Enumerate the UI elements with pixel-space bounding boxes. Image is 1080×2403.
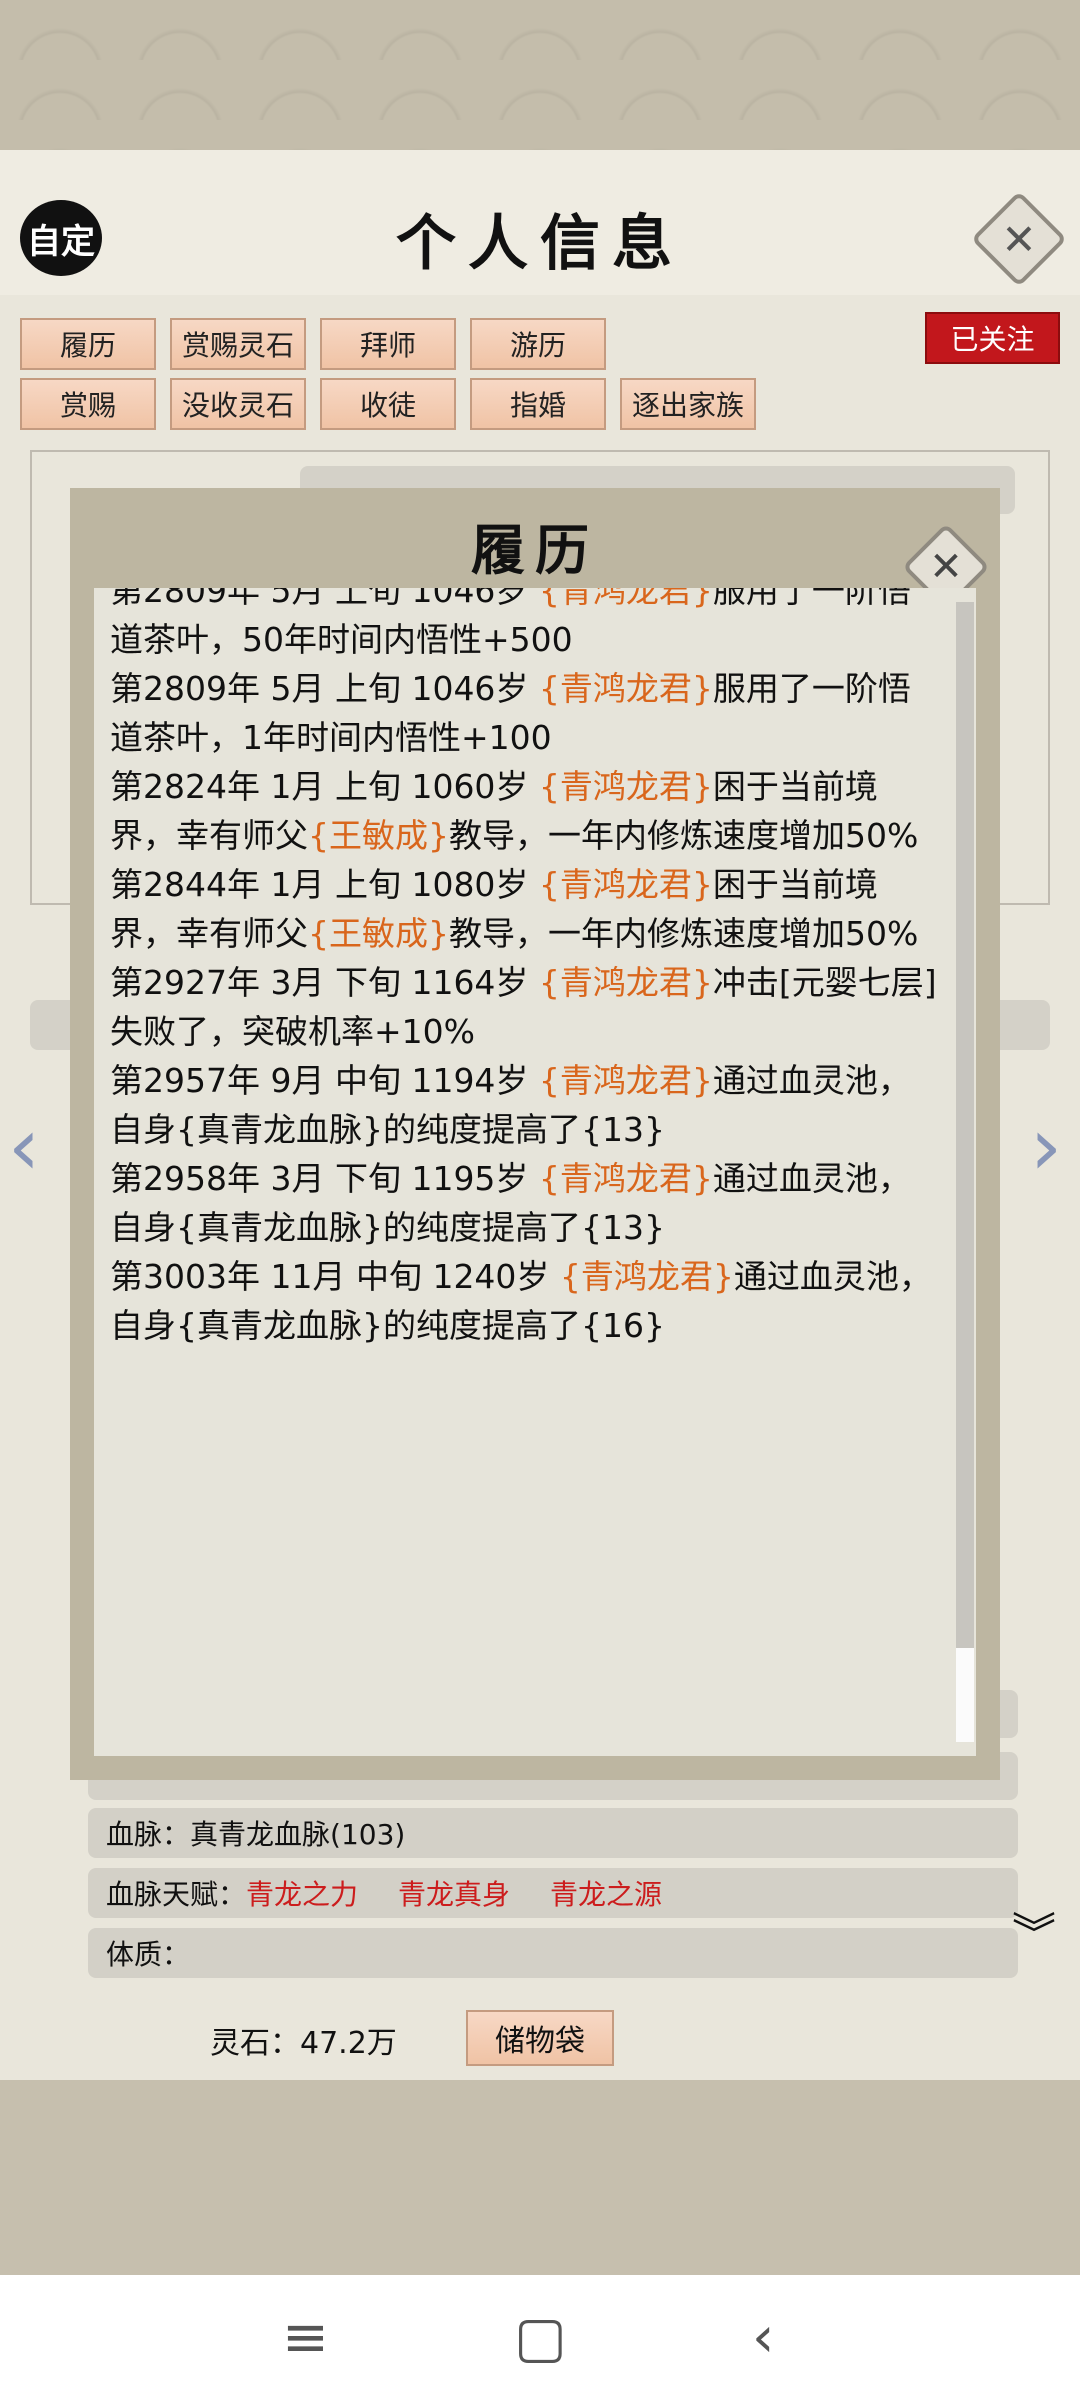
confiscate-lingshi-button[interactable]: 没收灵石 bbox=[170, 378, 306, 430]
scrollbar-thumb[interactable] bbox=[956, 1648, 974, 1742]
double-chevron-down-icon[interactable]: ︾ bbox=[1012, 1913, 1056, 1957]
travel-button[interactable]: 游历 bbox=[470, 318, 606, 370]
history-modal: 履历 ✕ 第2809年 5月 上旬 1046岁 {青鸿龙君}服用了一阶悟道茶叶，… bbox=[70, 488, 1000, 1780]
talent-item: 青龙之源 bbox=[550, 1878, 663, 1911]
log-entry: 第2809年 5月 上旬 1046岁 {青鸿龙君}服用了一阶悟道茶叶，1年时间内… bbox=[110, 669, 911, 757]
storage-bag-button[interactable]: 储物袋 bbox=[466, 2010, 614, 2066]
history-log: 第2809年 5月 上旬 1046岁 {青鸿龙君}服用了一阶悟道茶叶，50年时间… bbox=[110, 588, 940, 1350]
lingshi-amount: 灵石：47.2万 bbox=[210, 2026, 397, 2061]
reward-button[interactable]: 赏赐 bbox=[20, 378, 156, 430]
talent-item: 青龙真身 bbox=[398, 1878, 511, 1911]
modal-title: 履历 bbox=[471, 518, 599, 582]
close-icon: ✕ bbox=[929, 544, 963, 590]
top-decoration bbox=[0, 0, 1080, 150]
next-arrow-icon[interactable]: › bbox=[1030, 1100, 1062, 1193]
expel-family-button[interactable]: 逐出家族 bbox=[620, 378, 756, 430]
log-entry: 第2927年 3月 下旬 1164岁 {青鸿龙君}冲击[元婴七层]失败了，突破机… bbox=[110, 963, 937, 1051]
talent-item: 青龙之力 bbox=[246, 1878, 359, 1911]
scrollbar[interactable] bbox=[956, 602, 974, 1742]
back-icon[interactable]: ‹ bbox=[752, 2305, 774, 2370]
reward-lingshi-button[interactable]: 赏赐灵石 bbox=[170, 318, 306, 370]
auto-button[interactable]: 自定 bbox=[20, 200, 102, 276]
log-entry: 第2824年 1月 上旬 1060岁 {青鸿龙君}困于当前境界，幸有师父{王敏成… bbox=[110, 767, 919, 855]
log-entry: 第2958年 3月 下旬 1195岁 {青鸿龙君}通过血灵池，自身{真青龙血脉}… bbox=[110, 1159, 911, 1247]
page-title: 个人信息 bbox=[396, 209, 684, 279]
bloodline-value: 真青龙血脉(103) bbox=[190, 1818, 406, 1851]
menu-icon[interactable]: ≡ bbox=[282, 2305, 329, 2370]
log-entry: 第2957年 9月 中旬 1194岁 {青鸿龙君}通过血灵池，自身{真青龙血脉}… bbox=[110, 1061, 911, 1149]
bloodline-row: 血脉： 真青龙血脉(103) bbox=[88, 1808, 1018, 1858]
bloodline-talent-label: 血脉天赋： bbox=[106, 1878, 247, 1911]
constitution-label: 体质： bbox=[106, 1938, 191, 1971]
constitution-row: 体质： bbox=[88, 1928, 1018, 1978]
apprentice-to-master-button[interactable]: 拜师 bbox=[320, 318, 456, 370]
bloodline-talent-row: 血脉天赋： 青龙之力 青龙真身 青龙之源 bbox=[88, 1868, 1018, 1918]
accept-disciple-button[interactable]: 收徒 bbox=[320, 378, 456, 430]
history-log-panel[interactable]: 第2809年 5月 上旬 1046岁 {青鸿龙君}服用了一阶悟道茶叶，50年时间… bbox=[94, 588, 976, 1756]
home-icon[interactable]: ▢ bbox=[514, 2305, 567, 2370]
log-entry: 第2844年 1月 上旬 1080岁 {青鸿龙君}困于当前境界，幸有师父{王敏成… bbox=[110, 865, 919, 953]
history-button[interactable]: 履历 bbox=[20, 318, 156, 370]
log-entry: 第2809年 5月 上旬 1046岁 {青鸿龙君}服用了一阶悟道茶叶，50年时间… bbox=[110, 588, 911, 659]
log-entry: 第3003年 11月 中旬 1240岁 {青鸿龙君}通过血灵池，自身{真青龙血脉… bbox=[110, 1257, 932, 1345]
arrange-marriage-button[interactable]: 指婚 bbox=[470, 378, 606, 430]
close-icon: ✕ bbox=[1001, 214, 1037, 264]
prev-arrow-icon[interactable]: ‹ bbox=[8, 1100, 40, 1193]
followed-badge[interactable]: 已关注 bbox=[925, 312, 1060, 364]
footer-decoration bbox=[0, 2080, 1080, 2275]
bloodline-label: 血脉： bbox=[106, 1818, 191, 1851]
